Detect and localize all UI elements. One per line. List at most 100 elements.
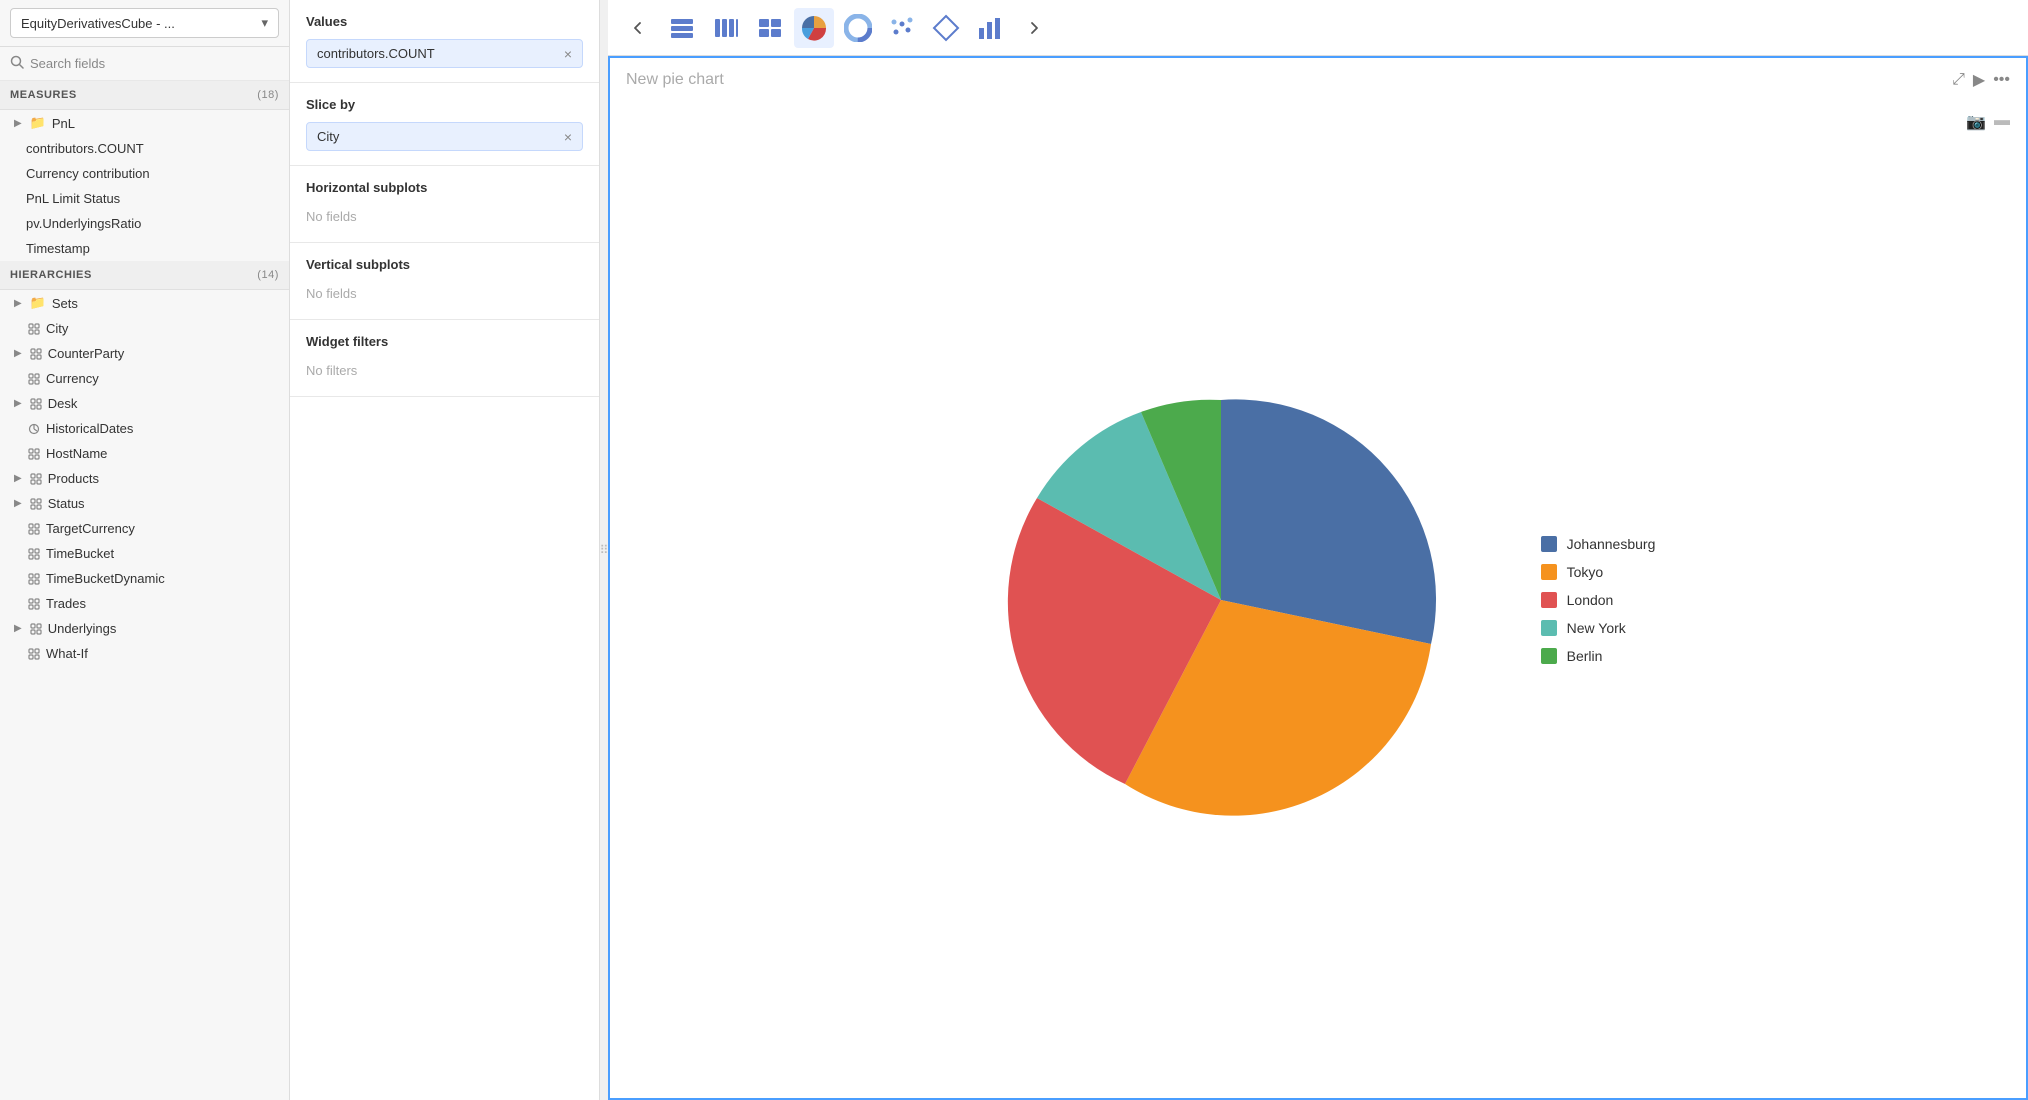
field-label: Currency [46,371,99,386]
nav-back-button[interactable] [618,8,658,48]
hierarchy-historical-dates-item[interactable]: HistoricalDates [0,416,289,441]
measures-currency-contribution-item[interactable]: Currency contribution [0,161,289,186]
measures-pnl-item[interactable]: ▶ 📁 PnL [0,110,289,136]
hierarchy-currency-item[interactable]: Currency [0,366,289,391]
expand-icon: ▶ [14,398,22,409]
hierarchy-desk-item[interactable]: ▶ Desk [0,391,289,416]
hierarchy-icon [30,473,42,485]
values-title: Values [306,14,583,29]
legend-color-johannesburg [1541,536,1557,552]
chart-container: New pie chart ⤢ ▶ ••• 📷 ▬ [608,56,2028,1100]
scatter-chart-button[interactable] [882,8,922,48]
hierarchy-timebucketdynamic-item[interactable]: TimeBucketDynamic [0,566,289,591]
expand-icon: ▶ [14,623,22,634]
expand-icon: ▶ [14,298,22,309]
legend-item-london: London [1541,592,1656,608]
table-rows-chart-button[interactable] [662,8,702,48]
config-panel: Values contributors.COUNT × Slice by Cit… [290,0,600,1100]
vertical-subplots-section: Vertical subplots No fields [290,243,599,320]
image-icon[interactable]: ▬ [1994,112,2010,132]
hierarchies-section-header: HIERARCHIES (14) [0,261,289,290]
legend-label-newyork: New York [1567,620,1626,636]
expand-icon: ▶ [14,118,22,129]
chart-content: 📷 ▬ [610,102,2026,1098]
legend-color-newyork [1541,620,1557,636]
field-label: HistoricalDates [46,421,133,436]
measures-contributors-count-item[interactable]: contributors.COUNT [0,136,289,161]
resize-handle[interactable]: ⠿ [600,0,608,1100]
hierarchy-icon [28,448,40,460]
hierarchies-count: (14) [257,269,279,281]
hierarchy-counterparty-item[interactable]: ▶ CounterParty [0,341,289,366]
hierarchy-hostname-item[interactable]: HostName [0,441,289,466]
widget-filters-title: Widget filters [306,334,583,349]
field-label: contributors.COUNT [26,141,144,156]
hierarchy-icon [30,623,42,635]
field-label: City [46,321,68,336]
field-label: Status [48,496,85,511]
camera-icon[interactable]: 📷 [1966,112,1986,132]
diamond-chart-button[interactable] [926,8,966,48]
legend-item-berlin: Berlin [1541,648,1656,664]
hierarchy-icon [28,523,40,535]
slice-by-field-chip[interactable]: City × [306,122,583,151]
expand-icon: ▶ [14,498,22,509]
values-close-button[interactable]: × [564,47,572,61]
hierarchy-timebucket-item[interactable]: TimeBucket [0,541,289,566]
hierarchy-whatif-item[interactable]: What-If [0,641,289,666]
field-label: PnL Limit Status [26,191,120,206]
slice-by-section: Slice by City × [290,83,599,166]
hierarchy-icon [28,373,40,385]
table-cols-chart-button[interactable] [706,8,746,48]
more-options-icon[interactable]: ••• [1993,71,2010,89]
field-label: TimeBucket [46,546,114,561]
field-label: pv.UnderlyingsRatio [26,216,141,231]
measures-section-header: MEASURES (18) [0,81,289,110]
hierarchy-trades-item[interactable]: Trades [0,591,289,616]
hierarchy-status-item[interactable]: ▶ Status [0,491,289,516]
horizontal-subplots-empty: No fields [306,205,583,228]
chart-title-bar: New pie chart ⤢ ▶ ••• [610,58,2026,102]
field-label: CounterParty [48,346,125,361]
legend-label-london: London [1567,592,1614,608]
more-charts-button[interactable] [1014,8,1054,48]
donut-chart-button[interactable] [838,8,878,48]
table-cross-chart-button[interactable] [750,8,790,48]
slice-by-field-label: City [317,129,339,144]
legend-label-berlin: Berlin [1567,648,1603,664]
search-fields-label[interactable]: Search fields [30,56,105,71]
legend-color-berlin [1541,648,1557,664]
field-label: Underlyings [48,621,117,636]
values-field-chip[interactable]: contributors.COUNT × [306,39,583,68]
widget-filters-empty: No filters [306,359,583,382]
field-label: TimeBucketDynamic [46,571,165,586]
expand-chart-icon[interactable]: ⤢ [1952,71,1965,89]
slice-by-close-button[interactable]: × [564,130,572,144]
legend-item-johannesburg: Johannesburg [1541,536,1656,552]
field-label: Sets [52,296,78,311]
measures-timestamp-item[interactable]: Timestamp [0,236,289,261]
chart-legend: Johannesburg Tokyo London New York [1541,536,1656,664]
measures-pnl-limit-status-item[interactable]: PnL Limit Status [0,186,289,211]
measures-count: (18) [257,89,279,101]
hierarchy-sets-item[interactable]: ▶ 📁 Sets [0,290,289,316]
field-label: PnL [52,116,75,131]
measures-pv-underlyings-item[interactable]: pv.UnderlyingsRatio [0,211,289,236]
field-label: Desk [48,396,78,411]
hierarchy-icon [28,598,40,610]
hierarchy-targetcurrency-item[interactable]: TargetCurrency [0,516,289,541]
pie-chart-button[interactable] [794,8,834,48]
values-field-label: contributors.COUNT [317,46,435,61]
cube-selector[interactable]: EquityDerivativesCube - ... ▾ [10,8,279,38]
bar-chart-button[interactable] [970,8,1010,48]
pie-chart-svg [981,360,1461,840]
field-label: HostName [46,446,107,461]
play-chart-icon[interactable]: ▶ [1973,70,1985,90]
hierarchy-icon [28,648,40,660]
hierarchy-underlyings-item[interactable]: ▶ Underlyings [0,616,289,641]
hierarchy-city-item[interactable]: City [0,316,289,341]
chart-toolbar [608,0,2028,56]
hierarchy-products-item[interactable]: ▶ Products [0,466,289,491]
search-bar: Search fields [0,47,289,81]
horizontal-subplots-title: Horizontal subplots [306,180,583,195]
